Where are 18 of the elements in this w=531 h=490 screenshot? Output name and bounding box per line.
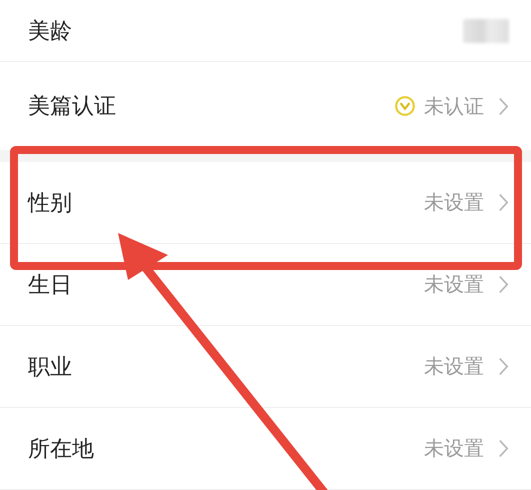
row-value: 未设置 (424, 435, 484, 462)
chevron-icon[interactable] (498, 96, 509, 116)
row-value: 未认证 (424, 92, 484, 120)
blurred-value (463, 18, 509, 42)
row-label: 所在地 (28, 436, 94, 464)
row-label: 美篇认证 (28, 93, 116, 121)
row-label: 职业 (28, 354, 72, 382)
verified-badge-icon (394, 95, 416, 117)
chevron-icon[interactable] (498, 357, 509, 376)
row-label: 性别 (28, 190, 72, 218)
row-value: 未设置 (424, 271, 484, 298)
chevron-icon[interactable] (498, 275, 509, 294)
row-label: 生日 (28, 272, 72, 300)
row-value: 未设置 (424, 189, 484, 216)
row-label: 美龄 (28, 18, 72, 46)
chevron-icon[interactable] (498, 193, 509, 212)
row-value: 未设置 (424, 353, 484, 380)
chevron-icon[interactable] (498, 439, 509, 458)
